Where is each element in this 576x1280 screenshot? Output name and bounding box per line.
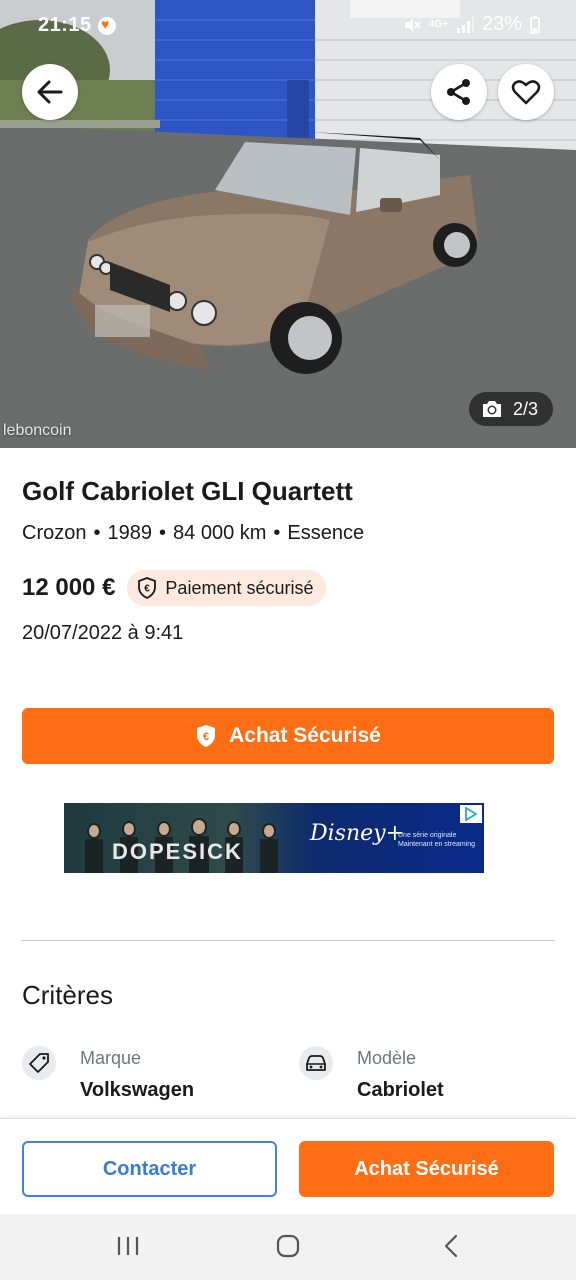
photo-counter: 2/3 [469, 392, 553, 426]
status-bar: 21:15 4G+ 23% [0, 0, 576, 50]
criteria-value: Cabriolet [357, 1079, 444, 1101]
heart-icon [511, 80, 541, 105]
recent-apps-icon[interactable] [116, 1234, 140, 1258]
share-icon [447, 79, 470, 105]
listing-price: 12 000 € [22, 574, 116, 601]
battery-icon [530, 15, 540, 34]
home-icon[interactable] [276, 1234, 300, 1258]
ad-banner[interactable]: DOPESICK Disney+ Une série originale Mai… [64, 803, 484, 873]
battery-percentage: 23% [481, 13, 522, 35]
secure-purchase-button[interactable]: € Achat Sécurisé [22, 708, 554, 764]
ad-show-title: DOPESICK [112, 839, 243, 864]
ad-tagline: Une série originale Maintenant en stream… [398, 832, 476, 848]
buy-button[interactable]: Achat Sécurisé [299, 1141, 554, 1197]
status-time: 21:15 [38, 14, 92, 36]
camera-icon [483, 401, 501, 417]
system-navigation-bar [0, 1214, 576, 1280]
car-icon [299, 1046, 333, 1080]
secure-payment-label: Paiement sécurisé [165, 577, 314, 598]
meta-separator: • [93, 522, 101, 544]
photo-counter-text: 2/3 [513, 398, 539, 419]
criteria-item-brand: Marque Volkswagen [22, 1046, 194, 1102]
ad-choices-button[interactable] [460, 805, 482, 823]
listing-meta: Crozon • 1989 • 84 000 km • Essence [22, 522, 364, 545]
ad-choices-icon [465, 807, 478, 821]
listing-photo[interactable]: 21:15 4G+ 23% [0, 0, 576, 448]
listing-title: Golf Cabriolet GLI Quartett [22, 476, 353, 506]
ad-brand: Disney+ [310, 821, 405, 846]
share-button[interactable] [431, 64, 487, 120]
criteria-label: Marque [80, 1048, 142, 1068]
section-divider [22, 940, 554, 941]
meta-fuel: Essence [287, 522, 365, 544]
notification-heart-icon [98, 16, 116, 35]
network-type: 4G+ [428, 18, 448, 30]
price-row: 12 000 € € Paiement sécurisé [22, 570, 326, 606]
meta-mileage: 84 000 km [173, 522, 267, 544]
status-icons: 4G+ 23% [403, 13, 540, 36]
car-photo-image [0, 0, 576, 448]
favorite-button[interactable] [498, 64, 554, 120]
mute-icon [404, 17, 421, 32]
photo-watermark: leboncoin [3, 422, 72, 439]
contact-button[interactable]: Contacter [22, 1141, 277, 1197]
criteria-label: Modèle [357, 1048, 417, 1068]
meta-separator: • [273, 522, 281, 544]
svg-text:€: € [203, 731, 209, 743]
criteria-item-model: Modèle Cabriolet [299, 1046, 444, 1102]
meta-separator: • [159, 522, 167, 544]
secure-purchase-label: Achat Sécurisé [229, 724, 381, 747]
signal-icon [456, 16, 474, 33]
bottom-action-bar: Contacter Achat Sécurisé [0, 1118, 576, 1214]
listing-date: 20/07/2022 à 9:41 [22, 622, 184, 644]
euro-shield-icon: € [138, 577, 157, 599]
meta-location: Crozon [22, 522, 87, 544]
euro-shield-icon: € [197, 725, 216, 747]
criteria-title: Critères [22, 980, 114, 1010]
back-button[interactable] [22, 64, 78, 120]
secure-payment-badge[interactable]: € Paiement sécurisé [127, 570, 326, 606]
system-back-icon[interactable] [440, 1234, 464, 1258]
meta-year: 1989 [107, 522, 153, 544]
svg-text:€: € [145, 584, 151, 595]
criteria-value: Volkswagen [80, 1079, 195, 1101]
tag-icon [22, 1046, 56, 1080]
arrow-left-icon [37, 80, 63, 104]
